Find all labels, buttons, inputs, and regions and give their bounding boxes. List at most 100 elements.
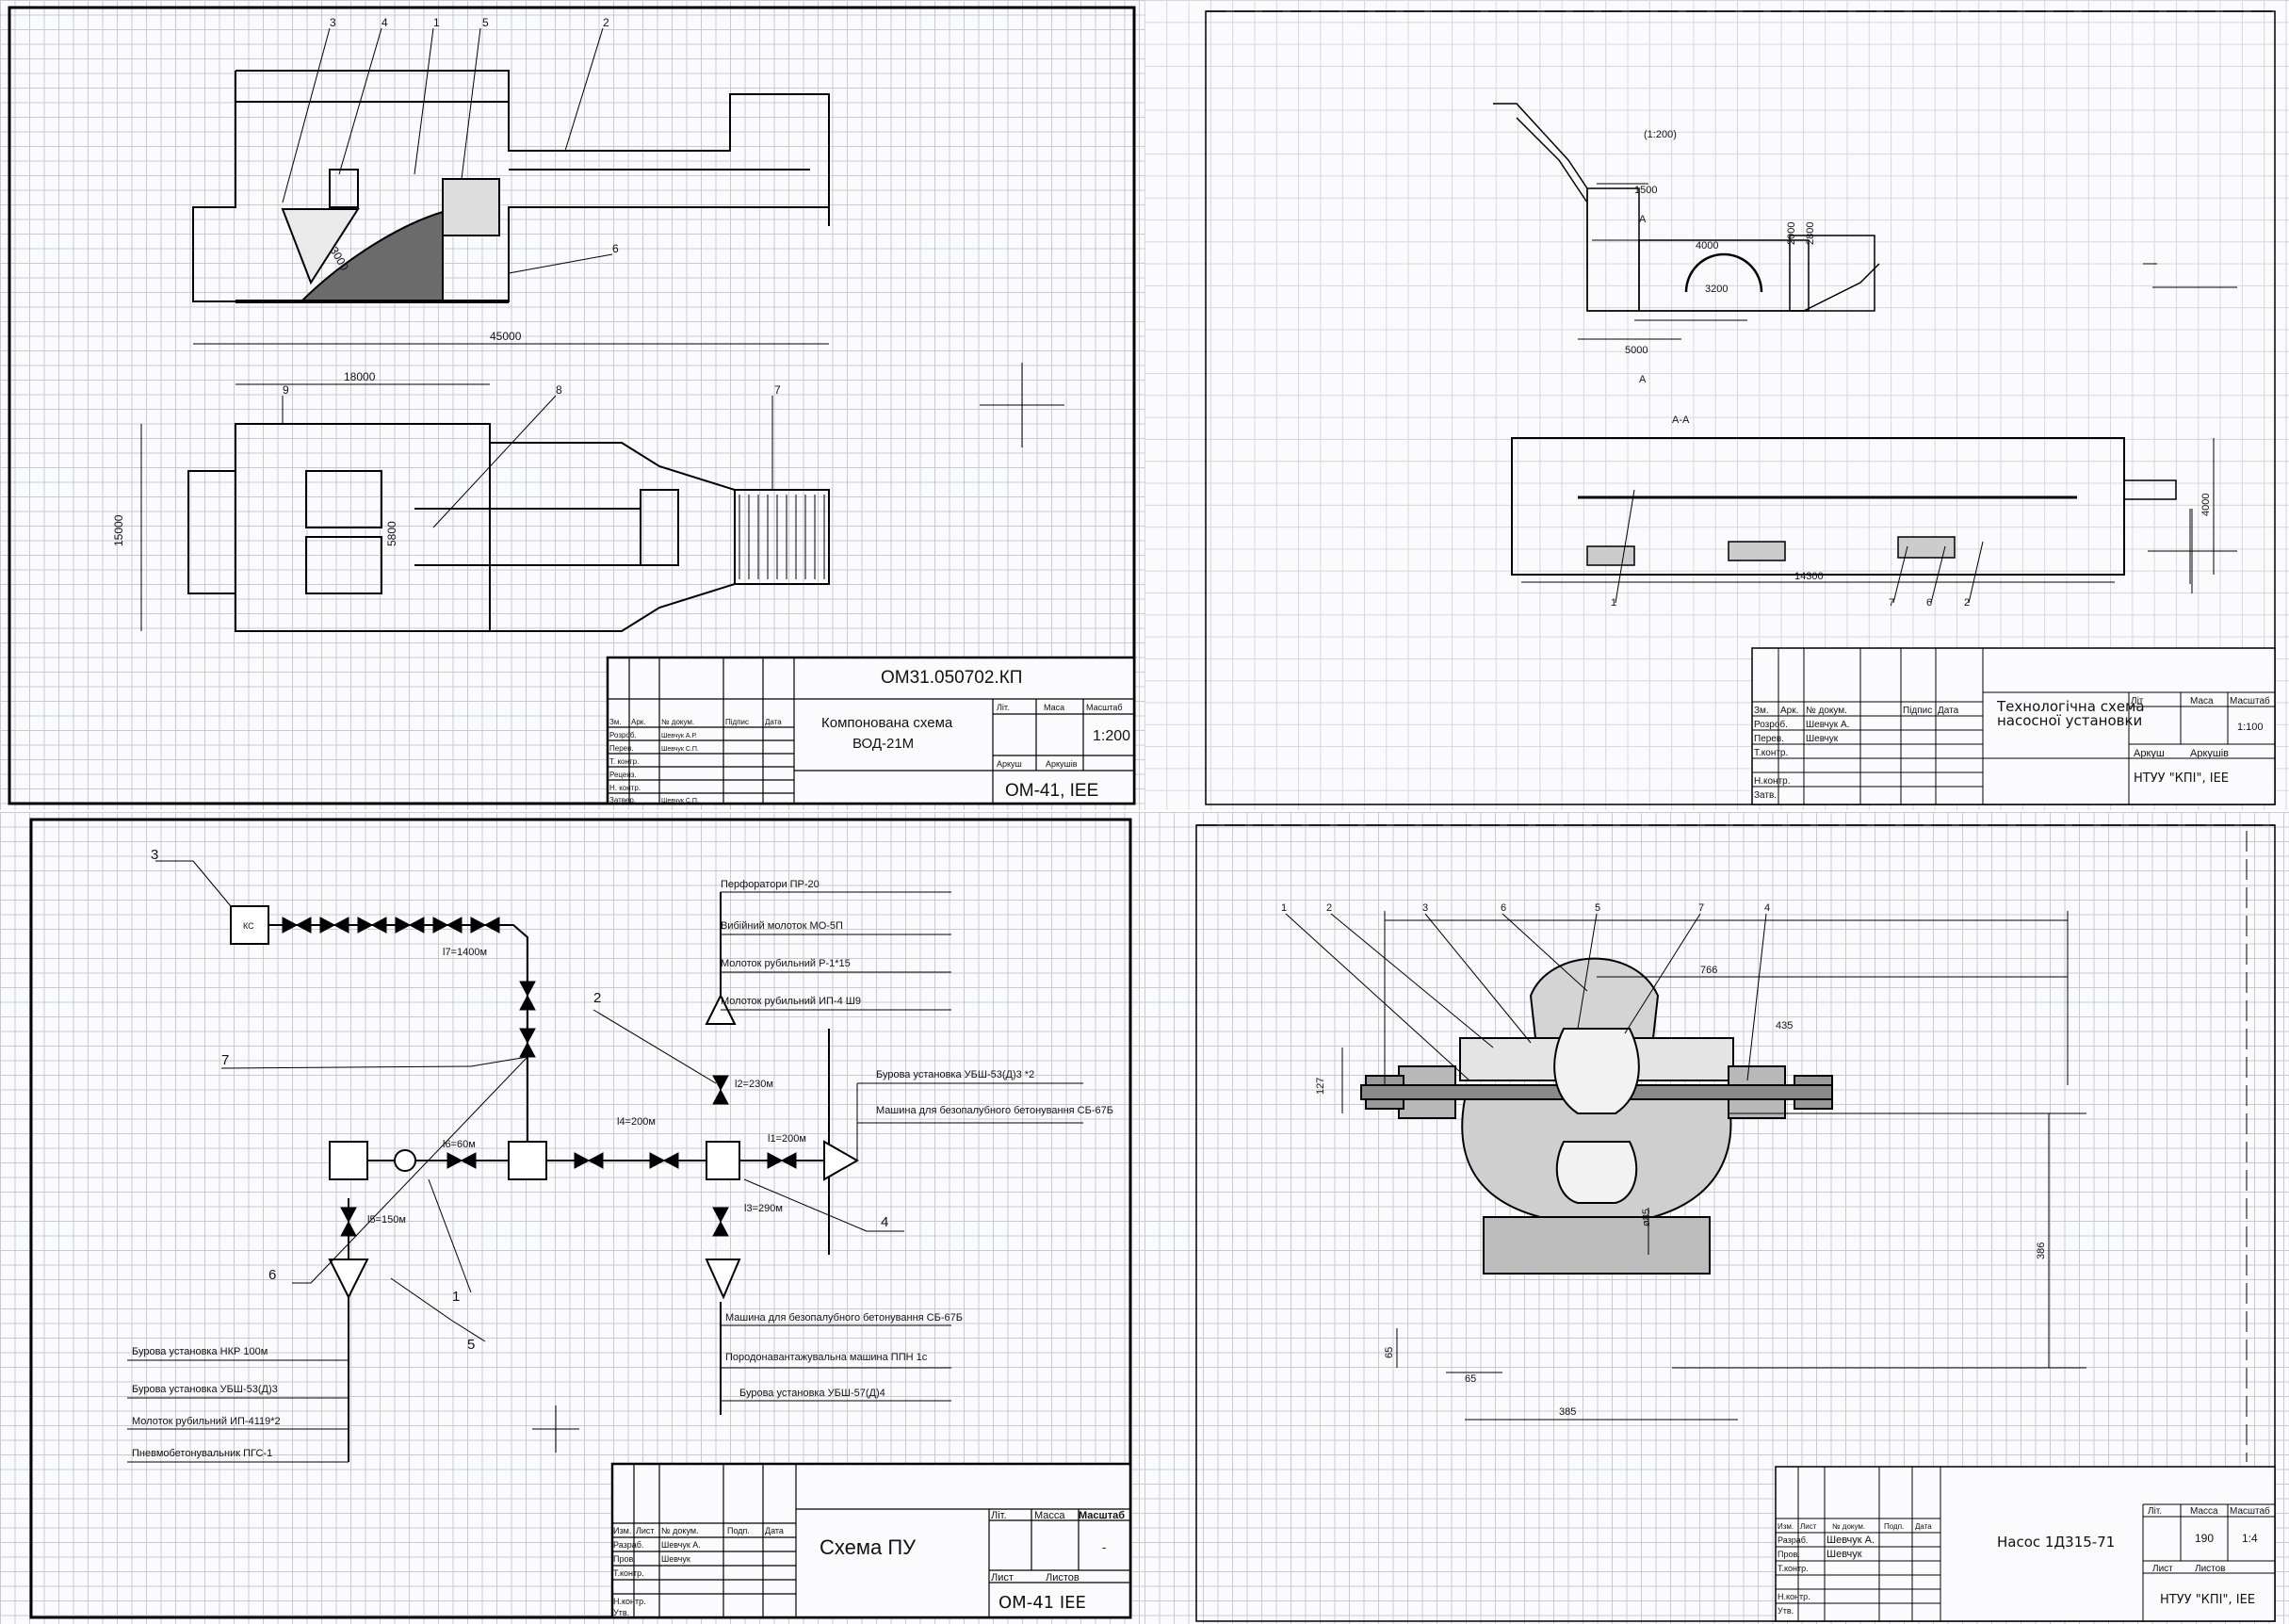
sheet1-col-lit: Літ. [997, 703, 1010, 712]
sheet1-role-tech: Т. контр. [609, 757, 639, 766]
consumer-left-2: Молоток рубильний ИП-4119*2 [132, 1416, 281, 1427]
sheet2-callout-7: 7 [1889, 597, 1894, 609]
sheet3-hdr-doc: № докум. [661, 1526, 699, 1535]
sheet4-org: НТУУ "КПІ", ІЕЕ [2160, 1593, 2255, 1607]
sheet1-drawing: 45000 18000 15000 5800 3000 1 2 3 4 5 6 … [8, 6, 1136, 805]
sheet2-col-scale: Масштаб [2230, 695, 2270, 706]
sheet1-title-line2: ВОД-21М [852, 736, 914, 752]
dim-overall-length: 45000 [490, 330, 522, 343]
dim-1500: 1500 [1634, 185, 1657, 196]
sheet2-dev-name: Шевчук А. [1806, 720, 1849, 730]
sheet3-callout-1: 1 [452, 1289, 460, 1305]
sheet4-hdr-change: Изм. [1778, 1522, 1794, 1531]
sheet2-hdr-sign: Підпис [1903, 706, 1932, 716]
sheet2-hdr-doc: № докум. [1806, 706, 1847, 716]
sheet3-callout-6: 6 [268, 1267, 276, 1283]
sheet1-hdr-date: Дата [765, 718, 782, 726]
callout-1: 1 [433, 16, 440, 29]
sheet4-col-sheet: Лист [2152, 1564, 2173, 1574]
consumer-top-1: Вибійний молоток МО-5П [721, 920, 843, 932]
sheet1-title-block: ОМ31.050702.КП Компонована схема ВОД-21М… [606, 656, 1136, 805]
sheet2-section-marker-top: А [1639, 214, 1647, 225]
pump-callout-4: 4 [1764, 902, 1770, 914]
sheet3-group: ОМ-41 ІЕЕ [998, 1593, 1086, 1613]
pipe-l5-label: l5=150м [367, 1214, 406, 1226]
sheet1-appr-name: Шевчук С.П. [661, 798, 699, 804]
consumer-right-1: Машина для безопалубного бетонування СБ-… [876, 1105, 1113, 1116]
sheet1-role-dev: Розроб. [609, 731, 637, 739]
callout-9: 9 [283, 383, 289, 397]
sheet4-role-approve: Утв. [1778, 1606, 1794, 1616]
sheet2-hdr-date: Дата [1938, 706, 1959, 716]
sheet1-chk-name: Шевчук С.П. [661, 746, 699, 753]
consumer-4-symbol [328, 1259, 369, 1300]
sheet2-scale-note: (1:200) [1644, 129, 1677, 140]
sheet3-hdr-sheet: Лист [636, 1526, 655, 1535]
pump-callout-7: 7 [1698, 902, 1704, 914]
dim-height-4000: 4000 [2200, 494, 2212, 516]
sheet1-role-check: Перев. [609, 744, 634, 753]
sheet1-col-mass: Маса [1044, 703, 1064, 712]
consumer-left-3: Пневмобетонувальник ПГС-1 [132, 1448, 272, 1459]
sheet2-drawing: (1:200) А А А-А 1500 4000 2000 3200 5000… [1205, 10, 2276, 805]
consumer-left-0: Бурова установка НКР 100м [132, 1346, 268, 1357]
sheet4-mass: 190 [2195, 1532, 2214, 1545]
sheet4-role-norm: Н.контр. [1778, 1592, 1810, 1601]
pump-dim-127: 127 [1315, 1078, 1326, 1095]
sheet2-section-marker-bottom: А [1639, 374, 1647, 385]
consumer-top-0: Перфоратори ПР-20 [721, 879, 820, 890]
pipe-l7-label: l7=1400м [443, 947, 487, 958]
pump-callout-6: 6 [1501, 902, 1506, 914]
callout-5: 5 [482, 16, 489, 29]
node-1 [329, 1141, 368, 1180]
callout-3: 3 [330, 16, 336, 29]
sheet2-col-sheets: Аркушів [2190, 748, 2229, 759]
pipe-l3-label: l3=290м [744, 1203, 783, 1214]
pump-dim-435: 435 [1776, 1020, 1793, 1031]
sheet4-hdr-doc: № докум. [1832, 1522, 1865, 1531]
sheet4-col-scale: Масштаб [2230, 1505, 2270, 1517]
pump-callout-3: 3 [1422, 902, 1428, 914]
sheet3-callout-2: 2 [593, 990, 601, 1006]
dim-inner: 5800 [385, 521, 398, 546]
sheet1-scale: 1:200 [1093, 728, 1130, 744]
pipe-l2-label: l2=230м [735, 1079, 773, 1090]
sheet3-chk-name: Шевчук [661, 1554, 690, 1564]
sheet3-col-lit: Літ. [991, 1510, 1007, 1521]
node-3 [706, 1141, 740, 1180]
sheet2-role-approve: Затв. [1754, 790, 1777, 801]
consumer-1-symbol [823, 1140, 860, 1181]
sheet4-dev-name: Шевчук А. [1826, 1535, 1875, 1546]
sheet4-title-block: Насос 1Д315-71 Літ. Масса Масштаб 190 1:… [1775, 1466, 2276, 1622]
sheet1-hdr-doc: № докум. [661, 718, 694, 726]
sheet3-callout-7: 7 [221, 1052, 229, 1068]
pipe-l1-label: l1=200м [768, 1133, 806, 1145]
sheet1-hdr-sheet: Арк. [631, 718, 646, 726]
sheet3-title: Схема ПУ [820, 1535, 917, 1559]
sheet3-role-check: Пров. [613, 1554, 636, 1564]
node-2 [508, 1141, 547, 1180]
sheet1-hdr-change: Зм. [609, 718, 622, 726]
consumer-3-symbol [705, 1259, 741, 1300]
compressor-label: КС [243, 921, 254, 931]
sheet4-col-lit: Літ. [2148, 1506, 2162, 1517]
sheet2-role-tech: Т.контр. [1754, 748, 1788, 758]
pump-callout-2: 2 [1326, 902, 1332, 914]
sheet4-chk-name: Шевчук [1826, 1549, 1862, 1560]
sheet4-role-tech: Т.контр. [1778, 1564, 1809, 1573]
sheet2-org: НТУУ "КПІ", ІЕЕ [2134, 771, 2229, 786]
sheet3-role-norm: Н.контр. [613, 1597, 646, 1606]
sheet4-drawing: 766 435 127 386 385 65 65 ø85 1 2 3 6 5 … [1195, 824, 2276, 1622]
consumer-right-0: Бурова установка УБШ-53(Д)3 *2 [876, 1069, 1034, 1080]
sheet3-title-block: Схема ПУ Літ. Масса Масштаб - Лист Листо… [610, 1462, 1132, 1619]
dim-2800: 2800 [1805, 222, 1816, 245]
sheet3-drawing: КС l7=1400м l6=60м l5=150м l4=200м l2=23… [29, 818, 1132, 1619]
sheet4-col-mass: Масса [2190, 1506, 2218, 1517]
sheet3-hdr-sign: Подп. [727, 1526, 750, 1535]
sheet1-title-line1: Компонована схема [821, 715, 953, 731]
pump-drawing [1360, 957, 1833, 1275]
pump-dim-65-vertical: 65 [1384, 1347, 1395, 1358]
sheet1-role-review: Реценз. [609, 771, 637, 779]
pump-dim-766: 766 [1700, 965, 1717, 976]
consumer-top-3: Молоток рубильний ИП-4 Ш9 [721, 996, 861, 1007]
